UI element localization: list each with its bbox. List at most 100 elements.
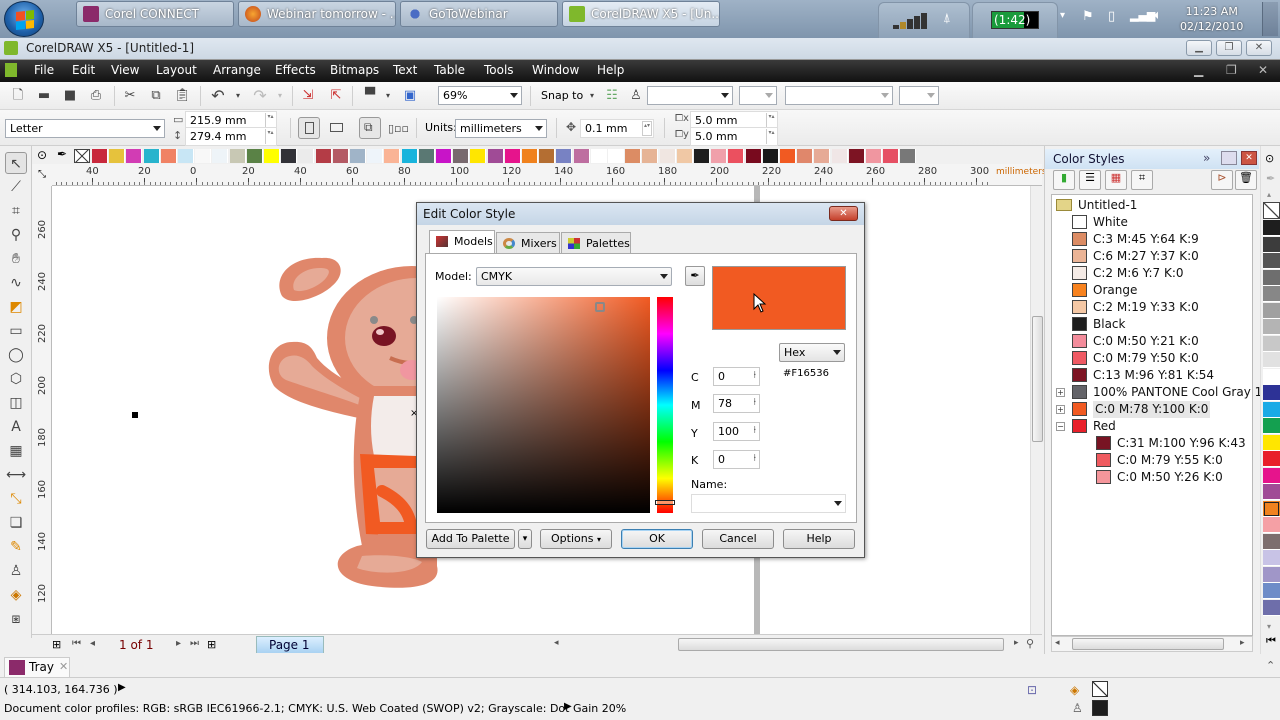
- palette-swatch[interactable]: [728, 149, 745, 163]
- page-size-combo[interactable]: Letter: [5, 119, 165, 138]
- expand-icon[interactable]: +: [1056, 405, 1065, 414]
- line-style-combo[interactable]: [785, 86, 893, 105]
- tab-models[interactable]: Models: [429, 230, 495, 254]
- cyan-field[interactable]: 0 ⍿: [713, 367, 760, 386]
- palette-swatch[interactable]: [384, 149, 401, 163]
- palette-swatch[interactable]: [246, 149, 263, 163]
- units-combo[interactable]: millimeters: [455, 119, 547, 138]
- auto-create-styles-button[interactable]: ⌗: [1131, 170, 1153, 190]
- freehand-tool-icon[interactable]: ∿: [5, 272, 27, 294]
- show-hidden-icons-arrow[interactable]: ▾: [1060, 10, 1065, 21]
- palette-swatch[interactable]: [522, 149, 538, 163]
- cut-icon[interactable]: ✂: [122, 88, 138, 104]
- palette-swatch[interactable]: [418, 149, 435, 163]
- page-height-field[interactable]: 279.4 mm ▾▴: [185, 127, 277, 146]
- palette-swatch[interactable]: [178, 149, 194, 163]
- palette-swatch[interactable]: [814, 149, 831, 163]
- palette-eyedropper-icon[interactable]: ✒: [1266, 172, 1275, 185]
- add-page-before-icon[interactable]: ⊞: [52, 638, 61, 651]
- menu-file[interactable]: File: [34, 63, 54, 77]
- palette-swatch[interactable]: [1263, 302, 1280, 319]
- ellipse-tool-icon[interactable]: ◯: [5, 344, 27, 366]
- outline-width-combo[interactable]: [647, 86, 733, 105]
- redo-dropdown-icon[interactable]: ▾: [272, 88, 288, 104]
- start-button[interactable]: [4, 1, 44, 37]
- add-to-palette-button[interactable]: Add To Palette: [426, 529, 515, 549]
- palette-swatch[interactable]: [1263, 434, 1280, 451]
- eyedropper-tool-icon[interactable]: ✎: [5, 536, 27, 558]
- menu-tools[interactable]: Tools: [484, 63, 514, 77]
- palette-swatch[interactable]: [332, 149, 349, 163]
- ok-button[interactable]: OK: [621, 529, 693, 549]
- palette-swatch[interactable]: [195, 149, 212, 163]
- palette-swatch[interactable]: [1263, 253, 1280, 269]
- palette-swatch[interactable]: [848, 149, 865, 163]
- palette-swatch[interactable]: [1263, 418, 1280, 434]
- scroll-left-icon[interactable]: ◂: [554, 638, 559, 648]
- start-arrowhead-combo[interactable]: [739, 86, 777, 105]
- hue-slider-handle[interactable]: [655, 500, 675, 505]
- last-page-icon[interactable]: ⏭: [190, 638, 199, 649]
- expand-tray-icon[interactable]: ⌃: [1266, 659, 1275, 672]
- palette-swatch[interactable]: [470, 149, 487, 163]
- zoom-one-shot-icon[interactable]: ⚲: [1026, 637, 1034, 650]
- outline-color-swatch[interactable]: [1092, 700, 1108, 716]
- palette-swatch[interactable]: [126, 149, 143, 163]
- palette-swatch[interactable]: [1263, 533, 1280, 550]
- zoom-tool-icon[interactable]: ⚲: [5, 224, 27, 246]
- palette-swatch[interactable]: [625, 149, 642, 163]
- palette-scroll-up-icon[interactable]: ▴: [1267, 190, 1271, 199]
- palette-swatch[interactable]: [487, 149, 504, 163]
- hue-slider[interactable]: [655, 297, 675, 513]
- palette-swatch[interactable]: [745, 149, 762, 163]
- delete-color-style-button[interactable]: 🗑︎: [1235, 170, 1257, 190]
- ruler-origin-icon[interactable]: ⤡: [32, 164, 52, 186]
- yellow-slider-icon[interactable]: ⍿: [753, 425, 756, 436]
- palette-options-icon[interactable]: ⊙: [1265, 152, 1274, 165]
- color-picker-marker[interactable]: [595, 302, 605, 312]
- collapse-icon[interactable]: −: [1056, 422, 1065, 431]
- drop-shadow-tool-icon[interactable]: ❏: [5, 512, 27, 534]
- menu-window[interactable]: Window: [532, 63, 579, 77]
- export-icon[interactable]: ⇱: [328, 88, 344, 104]
- menu-bitmaps[interactable]: Bitmaps: [330, 63, 379, 77]
- palette-eyedropper-icon[interactable]: ✒: [57, 147, 67, 161]
- palette-swatch[interactable]: [573, 149, 590, 163]
- palette-swatch[interactable]: [212, 149, 229, 163]
- fill-color-swatch-none[interactable]: [1092, 681, 1108, 697]
- options-button[interactable]: Options ▾: [540, 529, 612, 549]
- menu-effects[interactable]: Effects: [275, 63, 316, 77]
- outline-pen-icon[interactable]: ♙: [628, 88, 644, 104]
- doc-close-button[interactable]: ✕: [1258, 63, 1268, 77]
- tab-mixers[interactable]: Mixers: [496, 232, 560, 253]
- palette-swatch[interactable]: [1263, 368, 1280, 385]
- tray-close-icon[interactable]: ✕: [59, 660, 68, 673]
- show-desktop-button[interactable]: [1262, 2, 1278, 36]
- snap-to-dropdown-icon[interactable]: ▾: [584, 88, 600, 104]
- save-icon[interactable]: ■: [62, 88, 78, 104]
- paste-icon[interactable]: 📋︎: [174, 88, 191, 104]
- first-page-icon[interactable]: ⏮: [72, 638, 81, 649]
- taskbar-button-corel-connect[interactable]: Corel CONNECT: [76, 1, 234, 27]
- tray-tab[interactable]: Tray ✕: [4, 657, 70, 677]
- palette-swatch[interactable]: [1263, 517, 1280, 533]
- new-document-icon[interactable]: 🗋︎: [10, 88, 26, 104]
- palette-swatch[interactable]: [711, 149, 728, 163]
- network-tray-section[interactable]: ⍋: [878, 2, 970, 38]
- pan-hand-tool-icon[interactable]: ✋︎: [5, 248, 27, 270]
- palette-swatch[interactable]: [883, 149, 900, 163]
- doc-minimize-button[interactable]: ▁: [1194, 63, 1203, 77]
- print-icon[interactable]: ⎙: [88, 88, 104, 104]
- palette-swatch[interactable]: [556, 149, 573, 163]
- palette-swatch[interactable]: [1263, 269, 1280, 286]
- add-page-after-icon[interactable]: ⊞: [207, 638, 216, 651]
- page-tab[interactable]: Page 1: [256, 636, 324, 653]
- scroll-right-icon[interactable]: ▸: [1014, 638, 1019, 648]
- horizontal-scrollbar[interactable]: [678, 638, 1004, 651]
- no-color-swatch[interactable]: [74, 149, 90, 163]
- tab-palettes[interactable]: Palettes: [561, 232, 631, 253]
- color-proof-icon[interactable]: ⊡: [1027, 683, 1037, 697]
- palette-swatch[interactable]: [1263, 583, 1280, 599]
- palette-swatch[interactable]: [281, 149, 298, 163]
- palette-swatch[interactable]: [367, 149, 384, 163]
